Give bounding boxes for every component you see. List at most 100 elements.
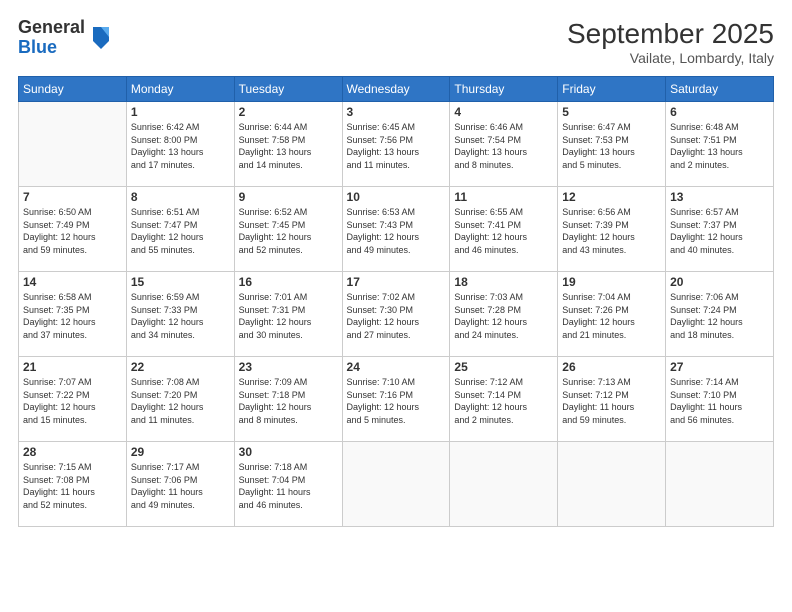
table-row: 7Sunrise: 6:50 AM Sunset: 7:49 PM Daylig… [19, 187, 127, 272]
day-info: Sunrise: 7:04 AM Sunset: 7:26 PM Dayligh… [562, 291, 661, 341]
day-number: 15 [131, 275, 230, 289]
weekday-header-row: Sunday Monday Tuesday Wednesday Thursday… [19, 77, 774, 102]
table-row: 29 Sunrise: 7:17 AM Sunset: 7:06 PM Dayli… [126, 442, 234, 527]
table-row: 4 Sunrise: 6:46 AM Sunset: 7:54 PM Daylig… [450, 102, 558, 187]
table-row: 1 Sunrise: 6:42 AM Sunset: 8:00 PM Daylig… [126, 102, 234, 187]
header-sunday: Sunday [19, 77, 127, 102]
day-info: Sunrise: 7:15 AM Sunset: 7:08 PM Dayligh… [23, 461, 122, 511]
day-info: Sunrise: 7:14 AM Sunset: 7:10 PM Dayligh… [670, 376, 769, 426]
table-row: 27 Sunrise: 7:14 AM Sunset: 7:10 PM Dayli… [666, 357, 774, 442]
day-info: Sunrise: 6:57 AM Sunset: 7:37 PM Dayligh… [670, 206, 769, 256]
logo-text: General Blue [18, 18, 85, 58]
day-number: 13 [670, 190, 769, 204]
day-number: 6 [670, 105, 769, 119]
table-row: 3Sunrise: 6:45 AM Sunset: 7:56 PM Daylig… [342, 102, 450, 187]
day-number: 26 [562, 360, 661, 374]
day-info: Sunrise: 7:13 AM Sunset: 7:12 PM Dayligh… [562, 376, 661, 426]
day-info: Sunrise: 7:12 AM Sunset: 7:14 PM Dayligh… [454, 376, 553, 426]
day-info: Sunrise: 6:53 AM Sunset: 7:43 PM Dayligh… [347, 206, 446, 256]
table-row: 9 Sunrise: 6:52 AM Sunset: 7:45 PM Daylig… [234, 187, 342, 272]
page: General Blue September 2025 Vailate, Lom… [0, 0, 792, 612]
day-number: 22 [131, 360, 230, 374]
calendar-week-1: 1 Sunrise: 6:42 AM Sunset: 8:00 PM Daylig… [19, 102, 774, 187]
calendar-week-3: 14Sunrise: 6:58 AM Sunset: 7:35 PM Dayli… [19, 272, 774, 357]
day-info: Sunrise: 6:56 AM Sunset: 7:39 PM Dayligh… [562, 206, 661, 256]
table-row: 21Sunrise: 7:07 AM Sunset: 7:22 PM Dayli… [19, 357, 127, 442]
table-row: 25Sunrise: 7:12 AM Sunset: 7:14 PM Dayli… [450, 357, 558, 442]
logo: General Blue [18, 18, 113, 58]
header-wednesday: Wednesday [342, 77, 450, 102]
day-number: 8 [131, 190, 230, 204]
day-number: 23 [239, 360, 338, 374]
table-row: 20 Sunrise: 7:06 AM Sunset: 7:24 PM Dayli… [666, 272, 774, 357]
day-info: Sunrise: 7:03 AM Sunset: 7:28 PM Dayligh… [454, 291, 553, 341]
table-row: 18 Sunrise: 7:03 AM Sunset: 7:28 PM Dayli… [450, 272, 558, 357]
day-info: Sunrise: 7:18 AM Sunset: 7:04 PM Dayligh… [239, 461, 338, 511]
day-info: Sunrise: 6:52 AM Sunset: 7:45 PM Dayligh… [239, 206, 338, 256]
table-row: 10 Sunrise: 6:53 AM Sunset: 7:43 PM Dayli… [342, 187, 450, 272]
day-info: Sunrise: 6:48 AM Sunset: 7:51 PM Dayligh… [670, 121, 769, 171]
header-friday: Friday [558, 77, 666, 102]
table-row: 14Sunrise: 6:58 AM Sunset: 7:35 PM Dayli… [19, 272, 127, 357]
day-info: Sunrise: 6:46 AM Sunset: 7:54 PM Dayligh… [454, 121, 553, 171]
day-number: 27 [670, 360, 769, 374]
day-number: 29 [131, 445, 230, 459]
table-row [558, 442, 666, 527]
day-info: Sunrise: 7:09 AM Sunset: 7:18 PM Dayligh… [239, 376, 338, 426]
logo-icon [89, 23, 113, 51]
day-info: Sunrise: 6:51 AM Sunset: 7:47 PM Dayligh… [131, 206, 230, 256]
day-number: 20 [670, 275, 769, 289]
table-row: 8 Sunrise: 6:51 AM Sunset: 7:47 PM Daylig… [126, 187, 234, 272]
day-number: 9 [239, 190, 338, 204]
table-row: 11 Sunrise: 6:55 AM Sunset: 7:41 PM Dayli… [450, 187, 558, 272]
table-row: 19Sunrise: 7:04 AM Sunset: 7:26 PM Dayli… [558, 272, 666, 357]
day-number: 4 [454, 105, 553, 119]
day-info: Sunrise: 6:59 AM Sunset: 7:33 PM Dayligh… [131, 291, 230, 341]
day-info: Sunrise: 7:17 AM Sunset: 7:06 PM Dayligh… [131, 461, 230, 511]
day-info: Sunrise: 7:10 AM Sunset: 7:16 PM Dayligh… [347, 376, 446, 426]
day-number: 12 [562, 190, 661, 204]
header-monday: Monday [126, 77, 234, 102]
table-row: 16 Sunrise: 7:01 AM Sunset: 7:31 PM Dayli… [234, 272, 342, 357]
day-number: 11 [454, 190, 553, 204]
table-row: 26 Sunrise: 7:13 AM Sunset: 7:12 PM Dayli… [558, 357, 666, 442]
calendar: Sunday Monday Tuesday Wednesday Thursday… [18, 76, 774, 527]
calendar-week-2: 7Sunrise: 6:50 AM Sunset: 7:49 PM Daylig… [19, 187, 774, 272]
day-number: 28 [23, 445, 122, 459]
day-number: 30 [239, 445, 338, 459]
day-number: 5 [562, 105, 661, 119]
table-row: 2 Sunrise: 6:44 AM Sunset: 7:58 PM Daylig… [234, 102, 342, 187]
day-number: 24 [347, 360, 446, 374]
day-info: Sunrise: 7:06 AM Sunset: 7:24 PM Dayligh… [670, 291, 769, 341]
day-number: 17 [347, 275, 446, 289]
day-number: 10 [347, 190, 446, 204]
table-row: 5 Sunrise: 6:47 AM Sunset: 7:53 PM Daylig… [558, 102, 666, 187]
day-info: Sunrise: 7:02 AM Sunset: 7:30 PM Dayligh… [347, 291, 446, 341]
logo-blue: Blue [18, 38, 85, 58]
title-block: September 2025 Vailate, Lombardy, Italy [567, 18, 774, 66]
table-row: 23 Sunrise: 7:09 AM Sunset: 7:18 PM Dayli… [234, 357, 342, 442]
day-info: Sunrise: 6:55 AM Sunset: 7:41 PM Dayligh… [454, 206, 553, 256]
day-number: 7 [23, 190, 122, 204]
day-number: 18 [454, 275, 553, 289]
day-info: Sunrise: 6:42 AM Sunset: 8:00 PM Dayligh… [131, 121, 230, 171]
calendar-week-4: 21Sunrise: 7:07 AM Sunset: 7:22 PM Dayli… [19, 357, 774, 442]
table-row: 6 Sunrise: 6:48 AM Sunset: 7:51 PM Daylig… [666, 102, 774, 187]
header-thursday: Thursday [450, 77, 558, 102]
day-info: Sunrise: 7:08 AM Sunset: 7:20 PM Dayligh… [131, 376, 230, 426]
table-row [450, 442, 558, 527]
day-info: Sunrise: 6:44 AM Sunset: 7:58 PM Dayligh… [239, 121, 338, 171]
header-tuesday: Tuesday [234, 77, 342, 102]
table-row [666, 442, 774, 527]
day-number: 16 [239, 275, 338, 289]
table-row: 12 Sunrise: 6:56 AM Sunset: 7:39 PM Dayli… [558, 187, 666, 272]
day-number: 14 [23, 275, 122, 289]
day-number: 1 [131, 105, 230, 119]
day-info: Sunrise: 6:47 AM Sunset: 7:53 PM Dayligh… [562, 121, 661, 171]
table-row: 13 Sunrise: 6:57 AM Sunset: 7:37 PM Dayli… [666, 187, 774, 272]
day-number: 2 [239, 105, 338, 119]
table-row [19, 102, 127, 187]
title-location: Vailate, Lombardy, Italy [567, 50, 774, 66]
day-info: Sunrise: 7:01 AM Sunset: 7:31 PM Dayligh… [239, 291, 338, 341]
table-row: 17 Sunrise: 7:02 AM Sunset: 7:30 PM Dayli… [342, 272, 450, 357]
